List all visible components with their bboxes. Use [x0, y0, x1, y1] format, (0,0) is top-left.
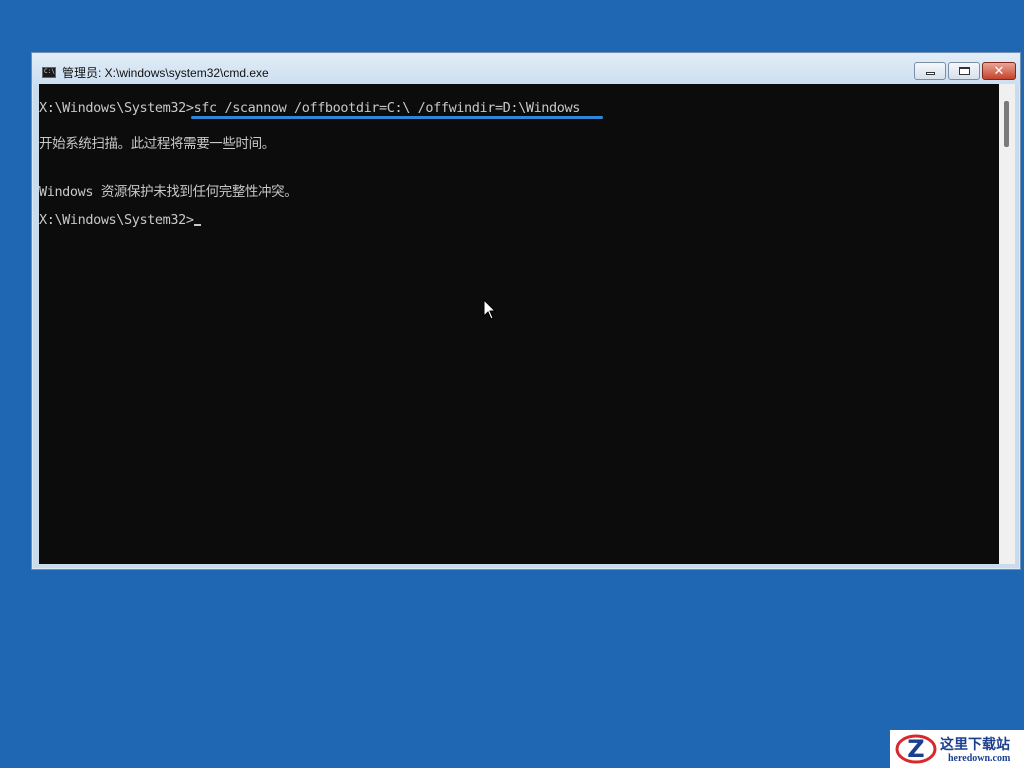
console-line-prompt: X:\Windows\System32> [39, 212, 201, 228]
command-text: sfc /scannow /offbootdir=C:\ /offwindir=… [193, 100, 581, 116]
close-button[interactable]: ✕ [982, 62, 1016, 80]
watermark: Z 这里下载站 heredown.com [890, 730, 1024, 768]
scrollbar-thumb[interactable] [1004, 101, 1009, 147]
svg-text:Z: Z [907, 735, 924, 763]
minimize-button[interactable] [914, 62, 946, 80]
heredown-logo-icon: Z [895, 734, 937, 764]
vertical-scrollbar[interactable] [999, 84, 1015, 564]
window-title: 管理员: X:\windows\system32\cmd.exe [62, 66, 269, 80]
prompt: X:\Windows\System32> [39, 212, 194, 228]
console-line-result: Windows 资源保护未找到任何完整性冲突。 [39, 184, 298, 200]
prompt: X:\Windows\System32> [39, 100, 194, 116]
title-bar[interactable]: C:\ 管理员: X:\windows\system32\cmd.exe ✕ [32, 53, 1020, 84]
console-output[interactable]: X:\Windows\System32>sfc /scannow /offboo… [39, 84, 999, 564]
watermark-url: heredown.com [948, 753, 1011, 764]
maximize-button[interactable] [948, 62, 980, 80]
watermark-name: 这里下载站 [940, 737, 1010, 753]
close-icon: ✕ [993, 63, 1005, 79]
desktop: C:\ 管理员: X:\windows\system32\cmd.exe ✕ X… [0, 0, 1024, 768]
text-caret [193, 224, 201, 226]
mouse-pointer-icon [483, 299, 497, 320]
maximize-icon [958, 67, 970, 75]
console-line-command: X:\Windows\System32>sfc /scannow /offboo… [39, 100, 580, 116]
minimize-icon [925, 71, 935, 75]
cmd-icon[interactable]: C:\ [42, 67, 56, 78]
console-line-status: 开始系统扫描。此过程将需要一些时间。 [39, 136, 275, 152]
cmd-window[interactable]: C:\ 管理员: X:\windows\system32\cmd.exe ✕ X… [31, 52, 1021, 570]
command-highlight-underline [191, 116, 603, 119]
